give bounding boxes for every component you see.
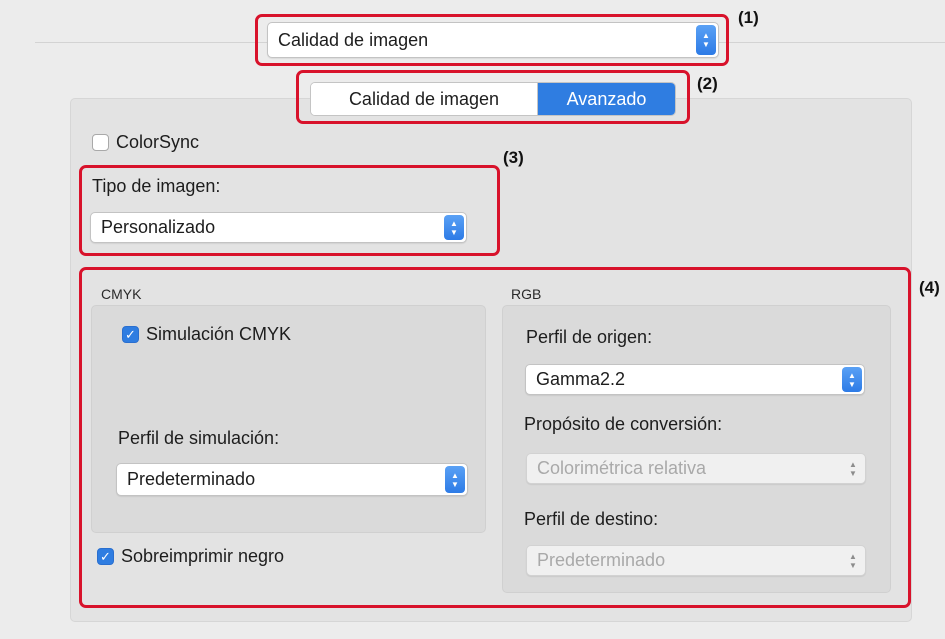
annotation-box-2 — [296, 70, 690, 124]
callout-3: (3) — [503, 148, 524, 167]
callout-2: (2) — [697, 74, 718, 93]
colorsync-checkbox[interactable]: ColorSync — [92, 132, 199, 153]
callout-4: (4) — [919, 278, 940, 297]
annotation-box-4 — [79, 267, 911, 608]
checkbox-unchecked-icon — [92, 134, 109, 151]
annotation-box-3 — [79, 165, 500, 256]
annotation-box-1 — [255, 14, 729, 66]
colorsync-label: ColorSync — [116, 132, 200, 152]
callout-1: (1) — [738, 8, 759, 27]
